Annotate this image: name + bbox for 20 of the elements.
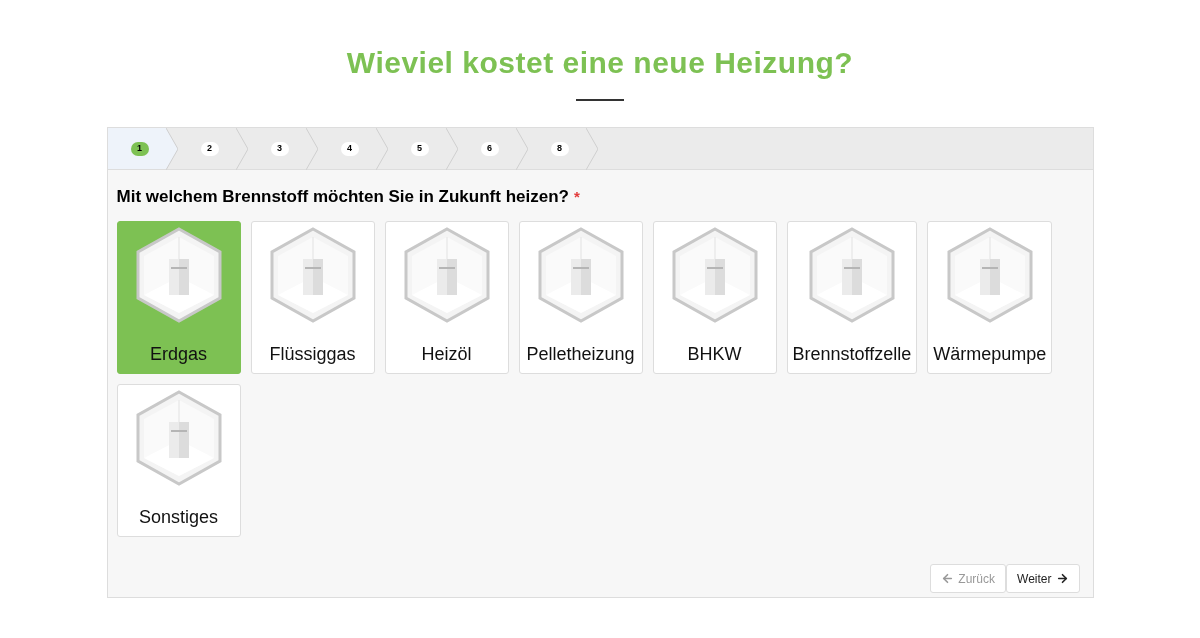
fuel-option[interactable]: Wärmepumpe [927, 220, 1053, 374]
question-text: Mit welchem Brennstoff möchten Sie in Zukunft heizen? [116, 186, 569, 208]
fuel-option[interactable]: Flüssiggas [250, 220, 375, 374]
arrow-right-icon [1055, 572, 1069, 585]
arrow-left-icon [941, 572, 955, 585]
required-mark: * [573, 187, 580, 207]
step-chevron [515, 128, 528, 170]
page-title: Wieviel kostet eine neue Heizung? [346, 45, 854, 81]
fuel-option[interactable]: BHKW [652, 220, 777, 374]
fuel-option[interactable]: Erdgas [116, 220, 241, 374]
fuel-option[interactable]: Heizöl [384, 220, 509, 374]
step-chevron [445, 128, 458, 170]
step-chevron [585, 128, 598, 170]
step-chevron [235, 128, 248, 170]
next-button[interactable]: Weiter [1006, 564, 1080, 593]
fuel-option[interactable]: Sonstiges [116, 383, 241, 537]
fuel-option[interactable]: Pelletheizung [518, 220, 643, 374]
fuel-option[interactable]: Brennstoffzelle [786, 220, 918, 374]
step-chevron [305, 128, 318, 170]
step-chevron [375, 128, 388, 170]
